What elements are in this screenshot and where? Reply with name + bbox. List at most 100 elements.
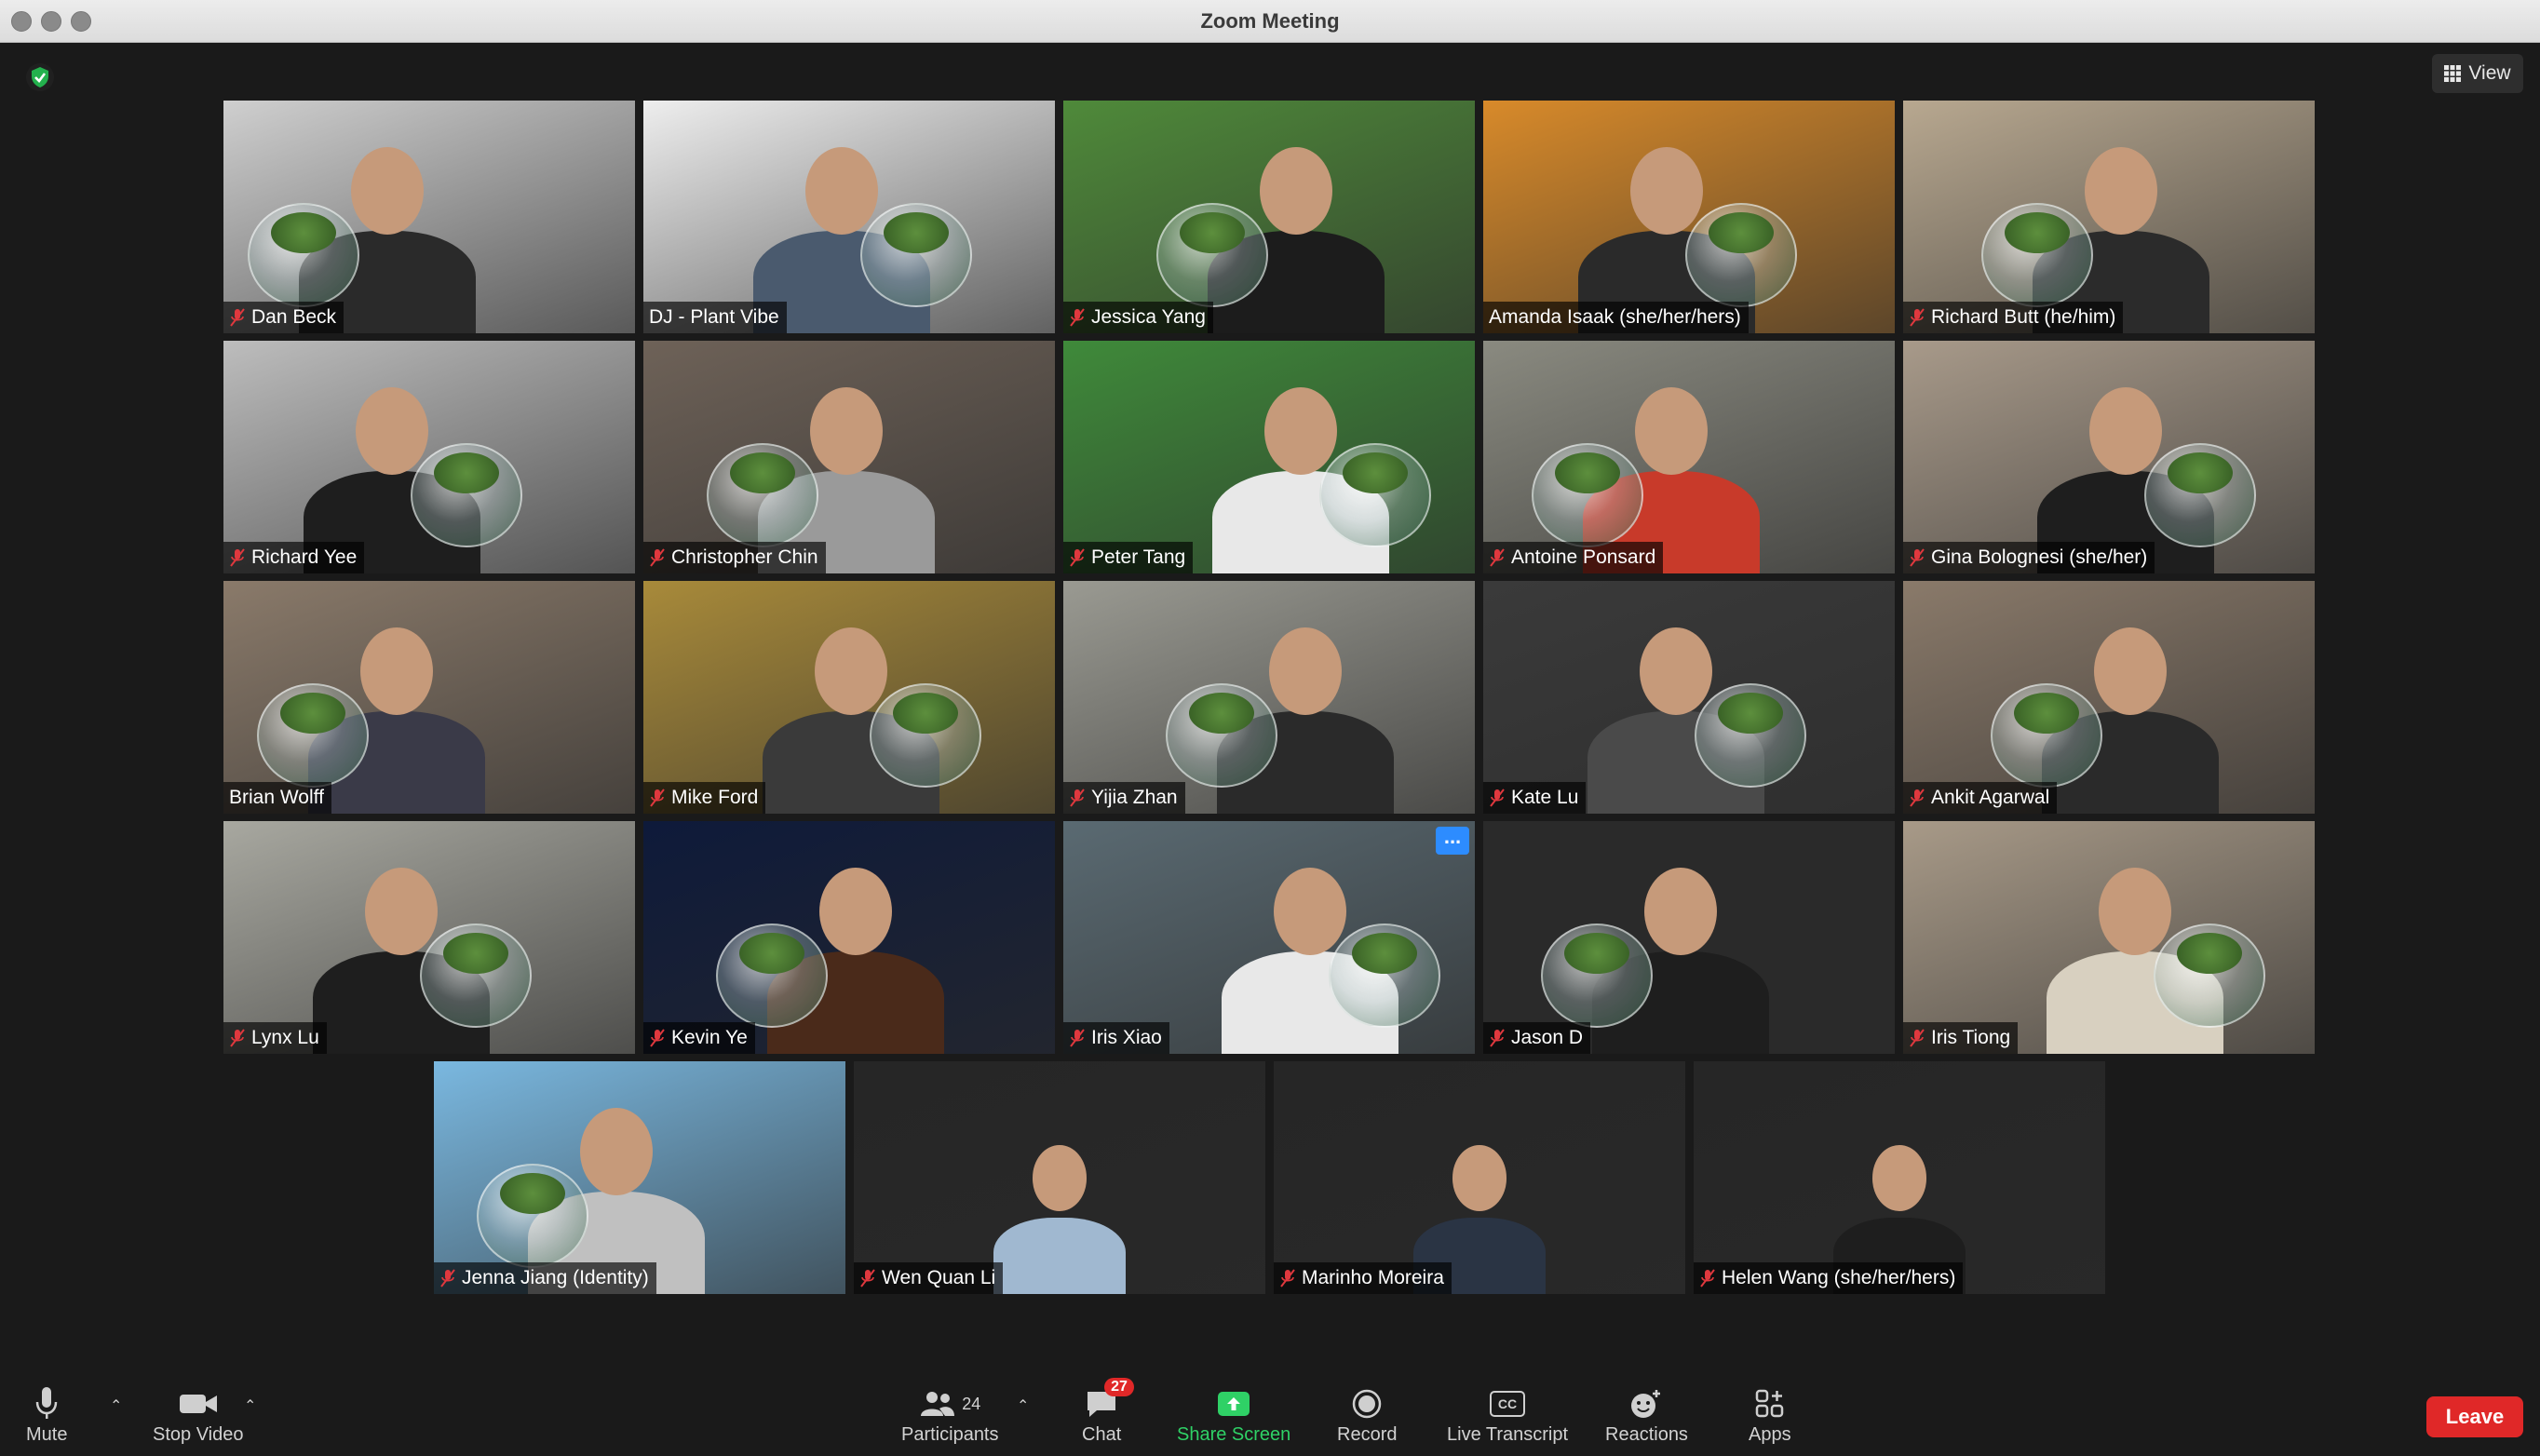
participant-video-tile[interactable]: Kevin Ye bbox=[643, 821, 1055, 1054]
participant-name-tag: Richard Butt (he/him) bbox=[1903, 302, 2124, 333]
participant-video-tile[interactable]: Gina Bolognesi (she/her) bbox=[1903, 341, 2315, 573]
mute-button[interactable]: Mute bbox=[26, 1383, 67, 1446]
video-options-chevron-up-icon[interactable]: ⌃ bbox=[244, 1396, 256, 1415]
audio-options-chevron-up-icon[interactable]: ⌃ bbox=[110, 1396, 122, 1415]
participant-video-tile[interactable]: Wen Quan Li bbox=[854, 1061, 1265, 1294]
participant-name-tag: Iris Tiong bbox=[1903, 1022, 2019, 1054]
chat-unread-badge: 27 bbox=[1104, 1378, 1134, 1396]
muted-microphone-icon bbox=[650, 1029, 665, 1047]
participant-video-tile[interactable]: Kate Lu bbox=[1483, 581, 1895, 814]
window-title: Zoom Meeting bbox=[1200, 9, 1340, 33]
participant-video-tile[interactable]: Jenna Jiang (Identity) bbox=[434, 1061, 845, 1294]
participant-name: Kevin Ye bbox=[671, 1027, 748, 1048]
apps-button[interactable]: Apps bbox=[1749, 1383, 1791, 1446]
apps-label: Apps bbox=[1749, 1424, 1791, 1445]
muted-microphone-icon bbox=[1910, 1029, 1925, 1047]
participant-video-tile[interactable]: Brian Wolff bbox=[223, 581, 635, 814]
participant-name-tag: Jenna Jiang (Identity) bbox=[434, 1262, 656, 1294]
live-transcript-label: Live Transcript bbox=[1447, 1424, 1569, 1445]
participant-name-tag: Marinho Moreira bbox=[1274, 1262, 1452, 1294]
chat-bubble-icon: 27 bbox=[1084, 1378, 1134, 1424]
participant-video-tile[interactable]: Iris Xiao... bbox=[1063, 821, 1475, 1054]
participant-video-tile[interactable]: Richard Yee bbox=[223, 341, 635, 573]
participant-face bbox=[1264, 387, 1337, 475]
terrarium-plant bbox=[434, 452, 499, 493]
participant-video-tile[interactable]: Jason D bbox=[1483, 821, 1895, 1054]
terrarium-plant bbox=[1180, 212, 1245, 253]
participant-video-tile[interactable]: DJ - Plant Vibe bbox=[643, 101, 1055, 333]
stop-video-button[interactable]: Stop Video bbox=[153, 1383, 244, 1446]
participant-video-tile[interactable]: Yijia Zhan bbox=[1063, 581, 1475, 814]
terrarium-plant bbox=[1189, 693, 1254, 734]
participant-face bbox=[1635, 387, 1708, 475]
participant-name: Gina Bolognesi (she/her) bbox=[1931, 546, 2148, 568]
chat-button[interactable]: 27 Chat bbox=[1082, 1378, 1134, 1446]
participant-name-tag: Richard Yee bbox=[223, 542, 365, 573]
participant-face bbox=[2085, 147, 2157, 235]
smiley-plus-icon bbox=[1628, 1383, 1664, 1424]
participant-name-tag: Dan Beck bbox=[223, 302, 345, 333]
participant-video-tile[interactable]: Lynx Lu bbox=[223, 821, 635, 1054]
share-screen-icon bbox=[1216, 1383, 1251, 1424]
participant-face bbox=[365, 868, 438, 955]
participant-name-tag: Yijia Zhan bbox=[1063, 782, 1185, 814]
participant-face bbox=[356, 387, 428, 475]
participant-name-tag: Wen Quan Li bbox=[854, 1262, 1004, 1294]
participant-face bbox=[2099, 868, 2171, 955]
participant-video-tile[interactable]: Jessica Yang bbox=[1063, 101, 1475, 333]
security-shield-icon[interactable] bbox=[26, 63, 54, 91]
reactions-button[interactable]: Reactions bbox=[1605, 1383, 1688, 1446]
view-button[interactable]: View bbox=[2432, 54, 2523, 93]
participant-name-tag: Kate Lu bbox=[1483, 782, 1587, 814]
participant-video-tile[interactable]: Antoine Ponsard bbox=[1483, 341, 1895, 573]
participant-video-tile[interactable]: Richard Butt (he/him) bbox=[1903, 101, 2315, 333]
leave-button[interactable]: Leave bbox=[2426, 1396, 2523, 1437]
participant-face bbox=[815, 627, 887, 715]
muted-microphone-icon bbox=[230, 548, 245, 567]
terrarium-plant bbox=[730, 452, 795, 493]
participant-video-tile[interactable]: Helen Wang (she/her/hers) bbox=[1694, 1061, 2105, 1294]
record-button[interactable]: Record bbox=[1337, 1383, 1397, 1446]
participant-video-tile[interactable]: Marinho Moreira bbox=[1274, 1061, 1685, 1294]
share-screen-button[interactable]: Share Screen bbox=[1177, 1383, 1290, 1446]
muted-microphone-icon bbox=[1910, 308, 1925, 327]
terrarium-plant bbox=[271, 212, 336, 253]
video-stage: View Dan Beck DJ - Plant Vibe Jessica Yang… bbox=[0, 43, 2540, 1378]
participants-label: Participants bbox=[901, 1424, 999, 1445]
participant-name: Mike Ford bbox=[671, 787, 759, 808]
terrarium-plant bbox=[280, 693, 345, 734]
participant-video-tile[interactable]: Peter Tang bbox=[1063, 341, 1475, 573]
participant-name-tag: Jason D bbox=[1483, 1022, 1591, 1054]
participant-face bbox=[1871, 1145, 1927, 1211]
participant-video-tile[interactable]: Amanda Isaak (she/her/hers) bbox=[1483, 101, 1895, 333]
participant-video-tile[interactable]: Dan Beck bbox=[223, 101, 635, 333]
participants-count: 24 bbox=[962, 1394, 981, 1413]
participant-name: Richard Yee bbox=[251, 546, 358, 568]
participant-name: Richard Butt (he/him) bbox=[1931, 306, 2116, 328]
muted-microphone-icon bbox=[1070, 308, 1085, 327]
participant-video-tile[interactable]: Christopher Chin bbox=[643, 341, 1055, 573]
participant-face bbox=[1269, 627, 1342, 715]
participant-name-tag: Iris Xiao bbox=[1063, 1022, 1169, 1054]
participant-video-tile[interactable]: Iris Tiong bbox=[1903, 821, 2315, 1054]
participant-video-tile[interactable]: Mike Ford bbox=[643, 581, 1055, 814]
muted-microphone-icon bbox=[440, 1269, 455, 1287]
tile-more-options-button[interactable]: ... bbox=[1436, 827, 1469, 855]
participant-name: Peter Tang bbox=[1091, 546, 1186, 568]
participant-name-tag: Gina Bolognesi (she/her) bbox=[1903, 542, 2155, 573]
participant-name: Ankit Agarwal bbox=[1931, 787, 2050, 808]
terrarium-plant bbox=[1718, 693, 1783, 734]
stop-video-label: Stop Video bbox=[153, 1424, 244, 1445]
participant-silhouette bbox=[993, 1217, 1127, 1294]
participant-face bbox=[819, 868, 892, 955]
participant-face bbox=[1640, 627, 1712, 715]
participant-name: Dan Beck bbox=[251, 306, 337, 328]
participants-options-chevron-up-icon[interactable]: ⌃ bbox=[1017, 1396, 1029, 1415]
muted-microphone-icon bbox=[1280, 1269, 1295, 1287]
live-transcript-button[interactable]: CC Live Transcript bbox=[1447, 1383, 1568, 1446]
participant-name: Jason D bbox=[1511, 1027, 1584, 1048]
participants-button[interactable]: 24 Participants bbox=[901, 1383, 999, 1446]
participant-video-tile[interactable]: Ankit Agarwal bbox=[1903, 581, 2315, 814]
view-label: View bbox=[2468, 62, 2511, 84]
participant-name: DJ - Plant Vibe bbox=[649, 306, 779, 328]
